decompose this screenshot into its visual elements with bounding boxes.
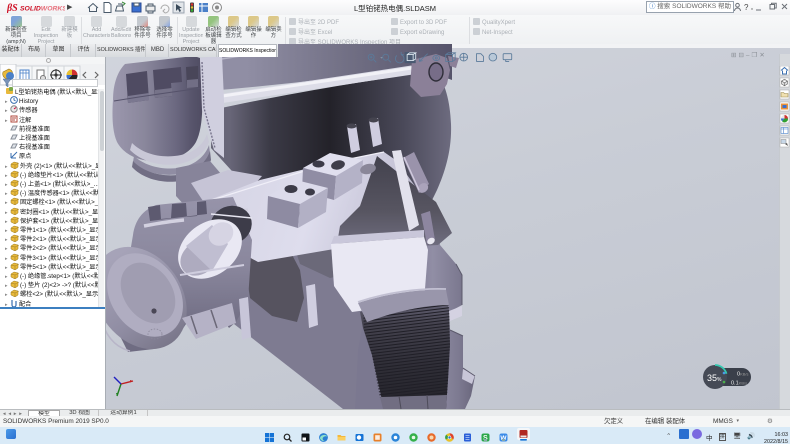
svg-text:βS: βS — [7, 3, 18, 13]
svg-text:?: ? — [744, 3, 749, 12]
svg-text:SOLIDWORKS: SOLIDWORKS — [20, 6, 65, 13]
